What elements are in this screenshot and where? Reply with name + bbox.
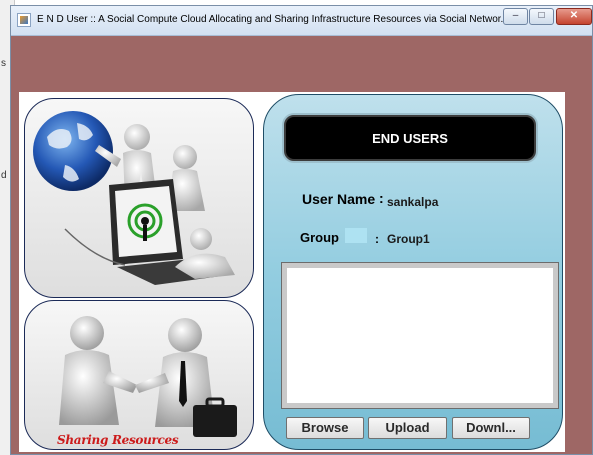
- file-content-area[interactable]: [281, 262, 559, 409]
- end-user-panel: END USERS User Name : sankalpa Group : G…: [263, 94, 563, 450]
- title-bar[interactable]: E N D User :: A Social Compute Cloud All…: [11, 6, 592, 36]
- download-button[interactable]: Downl...: [452, 417, 530, 439]
- user-name-label: User Name: [302, 191, 376, 207]
- handshake-illustration-icon: [59, 316, 237, 437]
- background-text-fragment: s: [1, 58, 6, 69]
- sharing-resources-caption: Sharing Resources: [57, 433, 179, 447]
- user-name-value: sankalpa: [387, 195, 439, 209]
- browse-button[interactable]: Browse: [286, 417, 364, 439]
- people-globe-laptop-image: [24, 98, 254, 298]
- panel-header: END USERS: [284, 115, 536, 161]
- minimize-button[interactable]: –: [503, 8, 528, 25]
- handshake-image: Sharing Resources: [24, 300, 254, 450]
- content-area: Sharing Resources END USERS User Name : …: [19, 92, 565, 452]
- group-separator: :: [375, 232, 379, 246]
- group-value: Group1: [387, 232, 430, 246]
- close-button[interactable]: ✕: [556, 8, 592, 25]
- background-text-fragment: d: [1, 170, 7, 181]
- end-user-window: E N D User :: A Social Compute Cloud All…: [10, 5, 593, 455]
- java-app-icon: [17, 13, 31, 27]
- user-name-separator: :: [379, 190, 384, 206]
- window-title: E N D User :: A Social Compute Cloud All…: [37, 14, 509, 25]
- upload-button[interactable]: Upload: [368, 417, 447, 439]
- group-label: Group: [300, 230, 339, 245]
- people-with-globe-and-laptop-illustration-icon: [33, 111, 235, 285]
- maximize-button[interactable]: □: [529, 8, 554, 25]
